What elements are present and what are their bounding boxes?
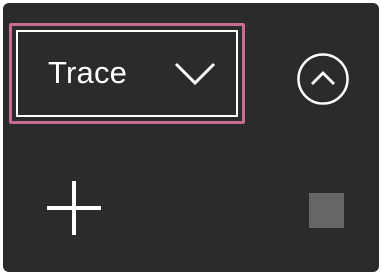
chevron-down-icon — [174, 62, 216, 86]
stop-square-icon[interactable] — [309, 193, 344, 228]
chevron-up-circle-icon[interactable] — [296, 52, 350, 106]
trace-select-label: Trace — [48, 55, 128, 90]
plus-icon[interactable] — [45, 179, 103, 237]
control-panel: Trace — [3, 3, 379, 272]
trace-select[interactable]: Trace — [16, 30, 238, 117]
